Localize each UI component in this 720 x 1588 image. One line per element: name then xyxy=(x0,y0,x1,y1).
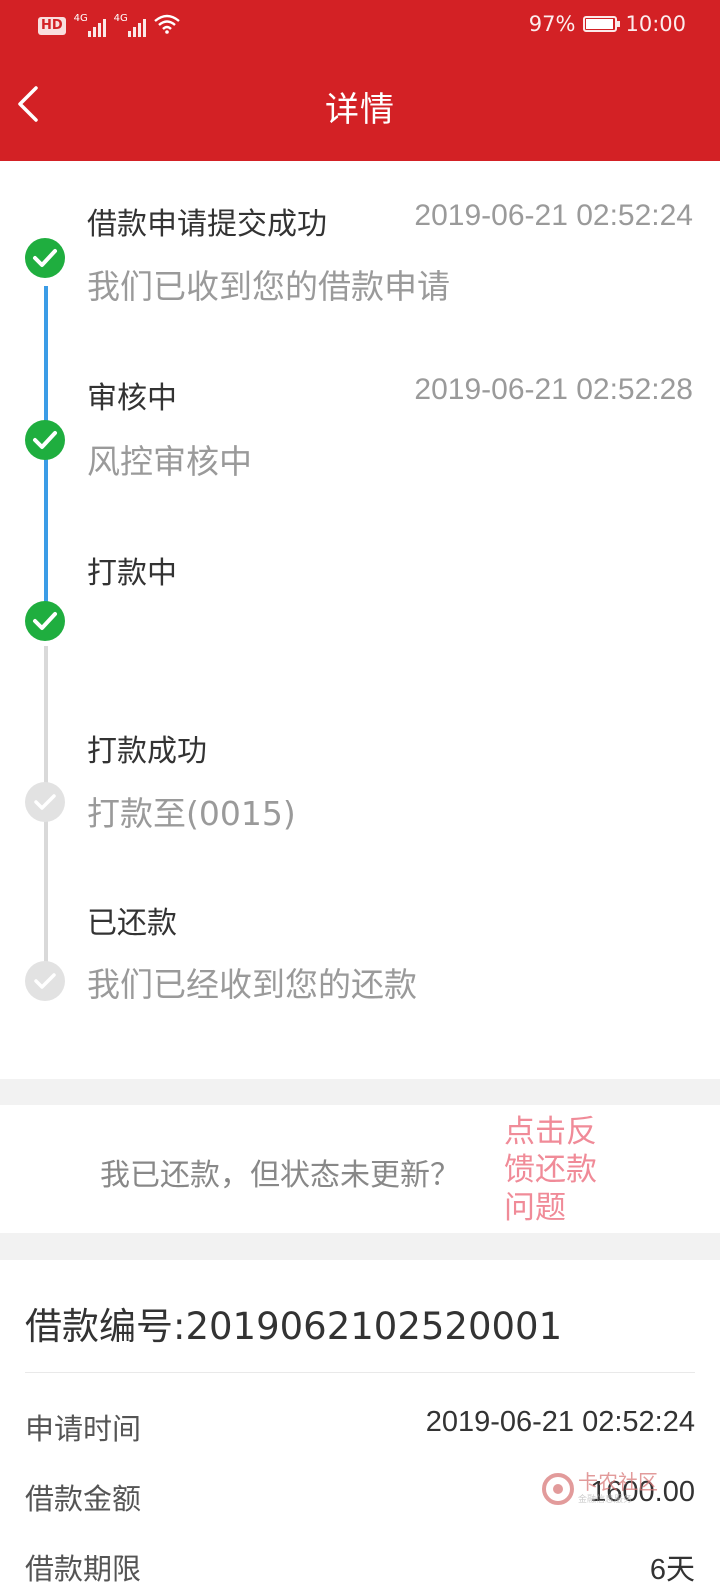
network-type-2: 4G xyxy=(113,13,128,24)
progress-timeline: 借款申请提交成功 2019-06-21 02:52:24 我们已收到您的借款申请… xyxy=(0,161,720,1079)
loan-term-value: 6天 xyxy=(649,1554,695,1586)
feedback-bar: 我已还款，但状态未更新？ 点击反馈还款问题 xyxy=(0,1105,720,1233)
logo-icon xyxy=(542,1472,574,1505)
app-header: HD 4G 4G 97% 10:00 详情 xyxy=(0,0,720,161)
loan-number: 借款编号:2019062102520001 xyxy=(25,1305,563,1348)
section-divider xyxy=(0,1079,720,1105)
status-right: 97% 10:00 xyxy=(529,12,686,36)
signal-icon-2: 4G xyxy=(113,13,146,37)
feedback-prompt: 我已还款，但状态未更新？ xyxy=(100,1158,460,1193)
check-icon xyxy=(25,601,65,641)
watermark-logo: 卡农社区 金融信息服务 xyxy=(542,1472,658,1505)
loan-term-label: 借款期限 xyxy=(25,1552,142,1586)
signal-icon: 4G xyxy=(73,13,106,37)
network-type: 4G xyxy=(73,13,88,24)
step-desc: 我们已收到您的借款申请 xyxy=(87,267,450,306)
step-title: 打款中 xyxy=(87,556,177,591)
status-left: HD 4G 4G xyxy=(38,13,180,38)
hd-badge: HD xyxy=(38,17,66,35)
page-title: 详情 xyxy=(325,90,395,130)
step-title: 已还款 xyxy=(87,906,177,941)
check-icon xyxy=(25,961,65,1001)
step-desc: 风控审核中 xyxy=(87,442,252,481)
loan-amount-label: 借款金额 xyxy=(25,1482,142,1516)
check-icon xyxy=(25,238,65,278)
check-icon xyxy=(25,782,65,822)
wifi-icon xyxy=(153,14,180,38)
step-title: 打款成功 xyxy=(87,734,207,769)
status-bar: HD 4G 4G 97% 10:00 xyxy=(0,0,720,52)
step-time: 2019-06-21 02:52:24 xyxy=(414,199,693,232)
step-desc: 打款至(0015) xyxy=(87,794,296,833)
battery-percent: 97% xyxy=(528,12,576,36)
step-time: 2019-06-21 02:52:28 xyxy=(414,373,693,406)
step-desc: 我们已经收到您的还款 xyxy=(87,965,417,1004)
check-icon xyxy=(25,420,65,460)
step-title: 审核中 xyxy=(87,381,177,416)
apply-time-value: 2019-06-21 02:52:24 xyxy=(425,1406,695,1438)
apply-time-label: 申请时间 xyxy=(25,1412,142,1446)
watermark-text: 卡农社区 xyxy=(578,1470,658,1494)
section-divider xyxy=(0,1233,720,1260)
step-title: 借款申请提交成功 xyxy=(87,207,327,242)
clock: 10:00 xyxy=(625,12,686,36)
divider xyxy=(25,1372,695,1373)
loan-info-card: 借款编号:2019062102520001 申请时间 2019-06-21 02… xyxy=(0,1260,720,1586)
battery-icon xyxy=(583,16,621,32)
feedback-link[interactable]: 点击反馈还款问题 xyxy=(504,1113,614,1227)
